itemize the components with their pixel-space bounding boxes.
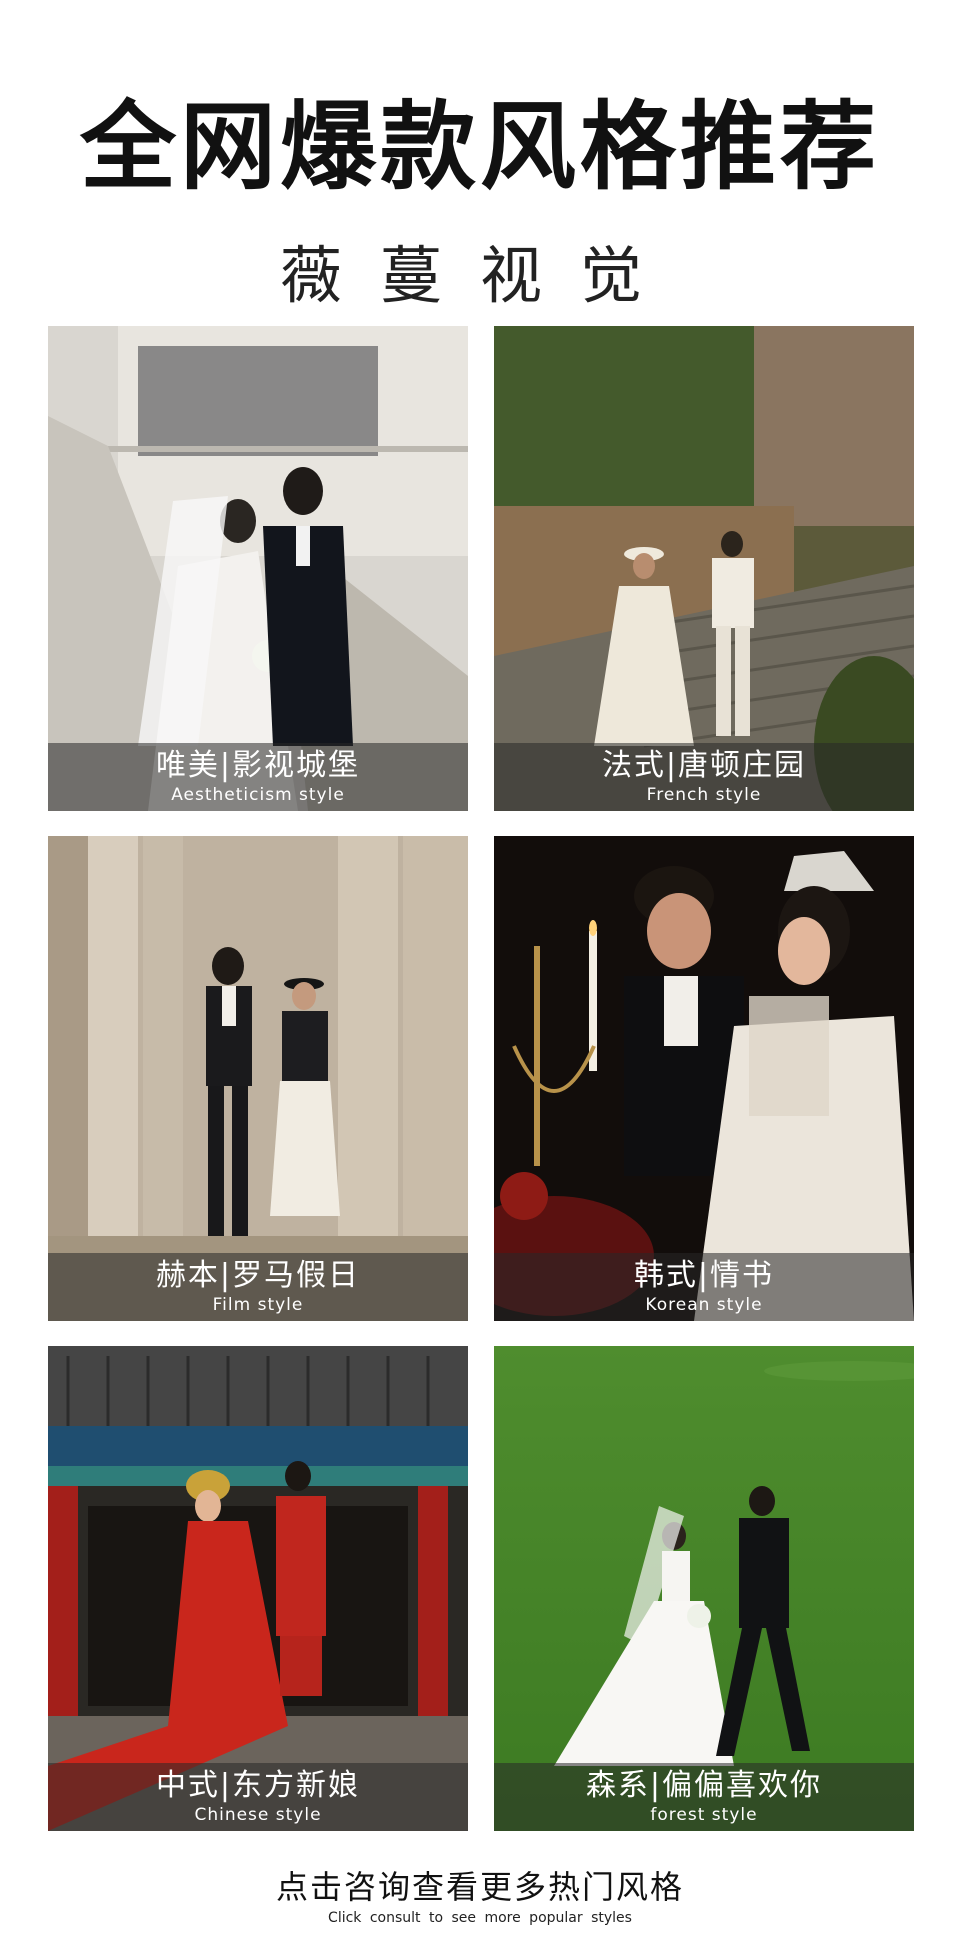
style-caption: 中式|东方新娘 Chinese style — [48, 1763, 468, 1831]
style-name-en: Chinese style — [194, 1805, 322, 1825]
style-card-forest[interactable]: 森系|偏偏喜欢你 forest style — [494, 1346, 914, 1831]
style-name-zh: 唯美|影视城堡 — [155, 748, 361, 783]
style-caption: 法式|唐顿庄园 French style — [494, 743, 914, 811]
manor-wedding-photo — [494, 326, 914, 811]
style-name-zh: 法式|唐顿庄园 — [601, 748, 807, 783]
style-name-en: French style — [646, 785, 762, 805]
style-card-chinese[interactable]: 中式|东方新娘 Chinese style — [48, 1346, 468, 1831]
style-card-aestheticism[interactable]: 唯美|影视城堡 Aestheticism style — [48, 326, 468, 811]
style-name-zh: 森系|偏偏喜欢你 — [585, 1768, 823, 1803]
palace-wedding-photo — [48, 1346, 468, 1831]
page-title: 全网爆款风格推荐 — [80, 90, 880, 203]
style-caption: 韩式|情书 Korean style — [494, 1253, 914, 1321]
style-card-korean[interactable]: 韩式|情书 Korean style — [494, 836, 914, 1321]
style-name-zh: 中式|东方新娘 — [155, 1768, 361, 1803]
style-card-french[interactable]: 法式|唐顿庄园 French style — [494, 326, 914, 811]
style-caption: 唯美|影视城堡 Aestheticism style — [48, 743, 468, 811]
colonnade-wedding-photo — [48, 836, 468, 1321]
castle-wedding-photo — [48, 326, 468, 811]
style-caption: 赫本|罗马假日 Film style — [48, 1253, 468, 1321]
style-name-en: Film style — [212, 1295, 304, 1315]
consult-cta[interactable]: 点击咨询查看更多热门风格 — [0, 1862, 960, 1908]
style-name-en: Korean style — [645, 1295, 763, 1315]
style-name-zh: 赫本|罗马假日 — [155, 1258, 361, 1293]
style-card-film[interactable]: 赫本|罗马假日 Film style — [48, 836, 468, 1321]
candlelight-wedding-photo — [494, 836, 914, 1321]
style-name-en: forest style — [650, 1805, 758, 1825]
studio-name: 薇蔓视觉 — [279, 239, 680, 312]
style-name-zh: 韩式|情书 — [633, 1258, 775, 1293]
lawn-wedding-photo — [494, 1346, 914, 1831]
consult-cta-en[interactable]: Click consult to see more popular styles — [0, 1910, 960, 1926]
style-name-en: Aestheticism style — [171, 785, 345, 805]
style-caption: 森系|偏偏喜欢你 forest style — [494, 1763, 914, 1831]
style-grid: 唯美|影视城堡 Aestheticism style 法式|唐顿庄园 Frenc… — [48, 326, 914, 1831]
